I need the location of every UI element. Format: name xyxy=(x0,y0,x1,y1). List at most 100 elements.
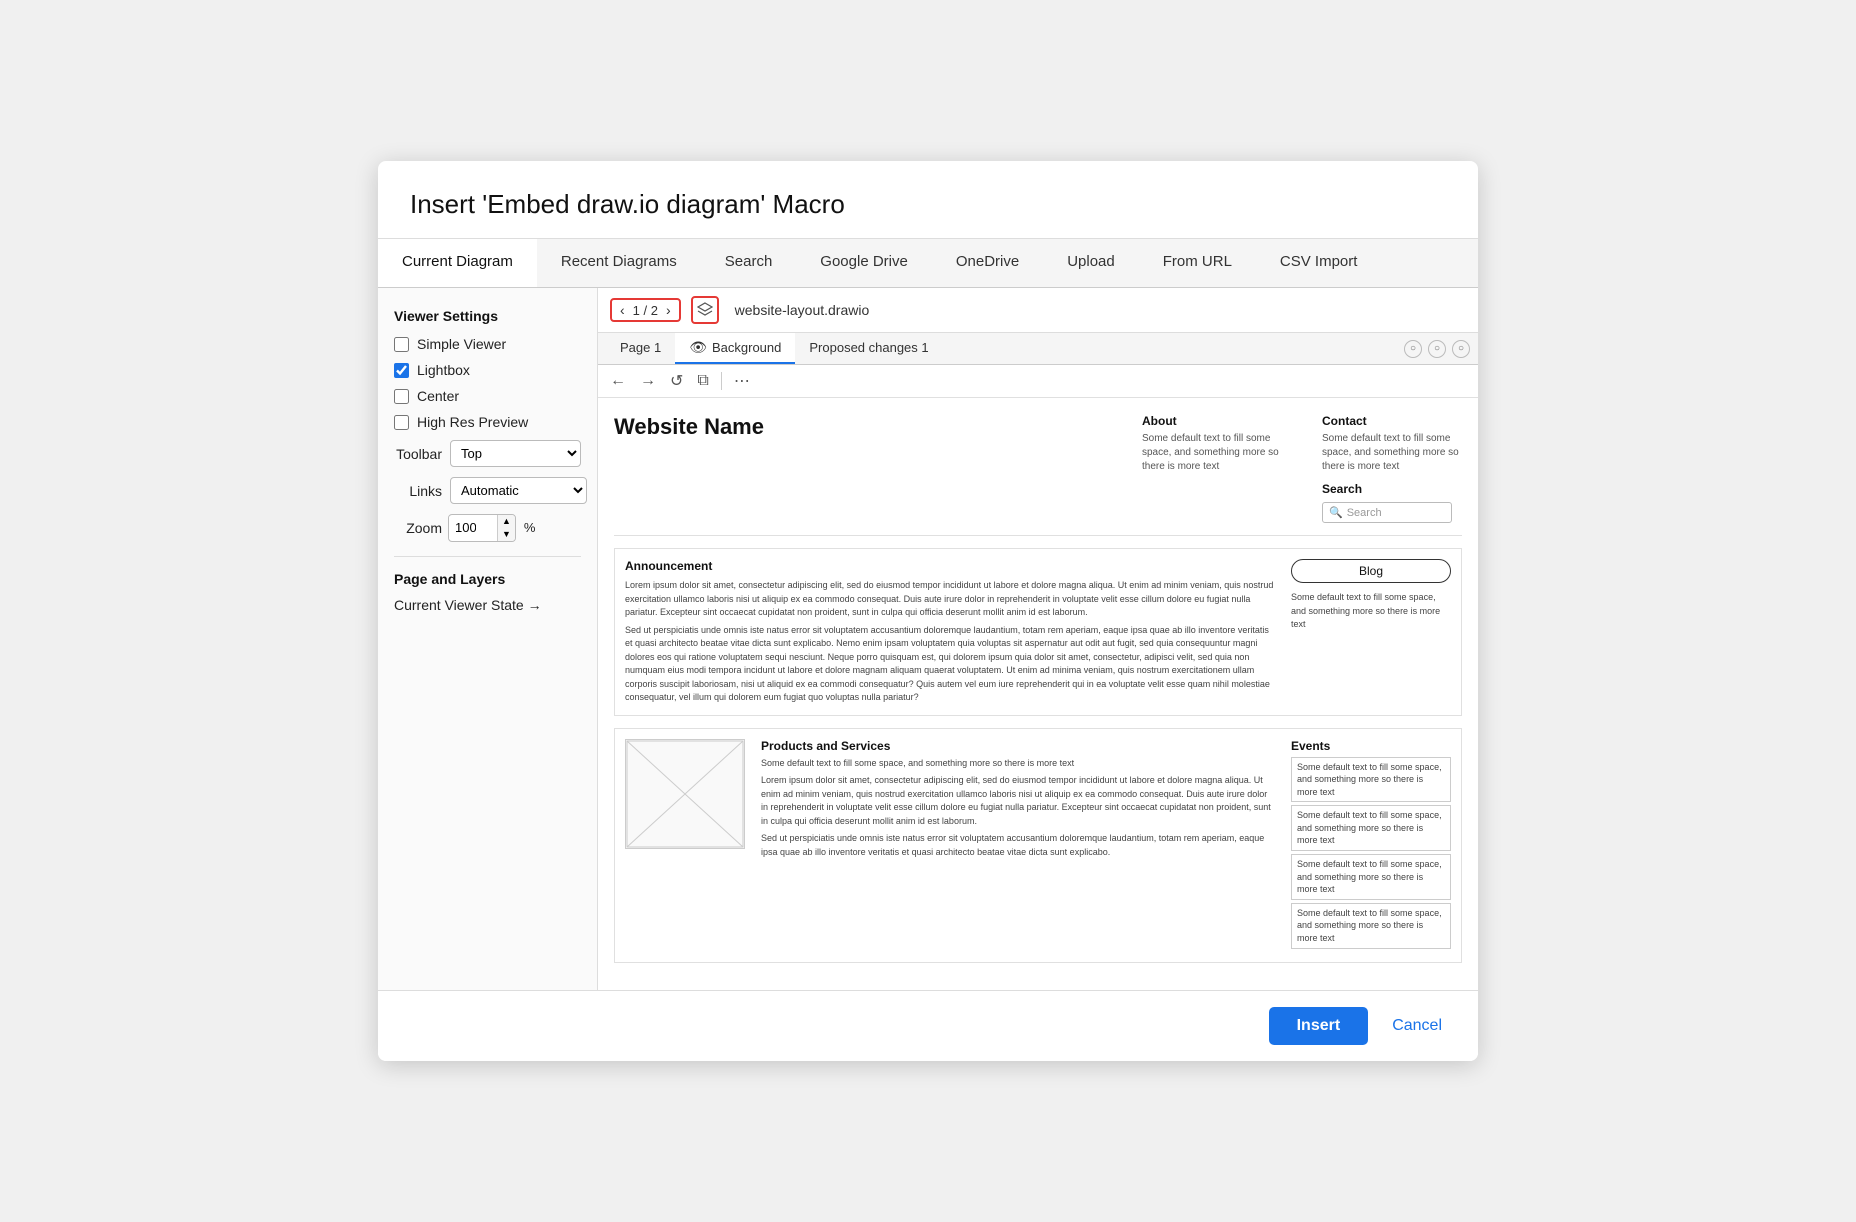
dialog-title: Insert 'Embed draw.io diagram' Macro xyxy=(378,161,1478,239)
product-image-placeholder xyxy=(625,739,745,849)
page-next-button[interactable]: › xyxy=(664,302,673,318)
products-text2: Lorem ipsum dolor sit amet, consectetur … xyxy=(761,774,1275,828)
dialog: Insert 'Embed draw.io diagram' Macro Cur… xyxy=(378,161,1478,1061)
contact-title: Contact xyxy=(1322,414,1462,428)
diagram-tab-proposed[interactable]: Proposed changes 1 xyxy=(795,334,942,363)
events-section: Events Some default text to fill some sp… xyxy=(1291,739,1451,952)
tab-icon-2[interactable]: ○ xyxy=(1428,340,1446,358)
zoom-row: Zoom ▲ ▼ % xyxy=(394,514,581,542)
tab-csv-import[interactable]: CSV Import xyxy=(1256,239,1382,287)
sidebar-divider xyxy=(394,556,581,557)
reset-button[interactable]: ↺ xyxy=(666,369,687,393)
site-name: Website Name xyxy=(614,414,764,440)
zoom-unit: % xyxy=(524,520,536,535)
about-title: About xyxy=(1142,414,1282,428)
dialog-footer: Insert Cancel xyxy=(378,990,1478,1061)
about-text: Some default text to fill some space, an… xyxy=(1142,432,1282,474)
page-prev-button[interactable]: ‹ xyxy=(618,302,627,318)
layers-icon xyxy=(697,302,713,318)
diagram-tab-background-label: Background xyxy=(712,340,781,355)
toolbar-row: Toolbar Top Bottom None xyxy=(394,440,581,467)
toolbar-select[interactable]: Top Bottom None xyxy=(450,440,581,467)
page-layers-title: Page and Layers xyxy=(394,571,581,587)
products-text1: Some default text to fill some space, an… xyxy=(761,757,1275,771)
layers-button[interactable] xyxy=(691,296,719,324)
tab-onedrive[interactable]: OneDrive xyxy=(932,239,1043,287)
announcement-right-text: Some default text to fill some space, an… xyxy=(1291,591,1451,632)
wp-announcement: Announcement Lorem ipsum dolor sit amet,… xyxy=(614,548,1462,716)
diagram-tab-page1[interactable]: Page 1 xyxy=(606,334,675,363)
lightbox-option[interactable]: Lightbox xyxy=(394,362,581,378)
diagram-tab-background[interactable]: 👁 Background xyxy=(675,333,795,364)
diagram-toolbar: ‹ 1 / 2 › website-layout.drawio xyxy=(598,288,1478,333)
wp-nav: About Some default text to fill some spa… xyxy=(1142,414,1462,523)
high-res-preview-label: High Res Preview xyxy=(417,414,528,430)
center-checkbox[interactable] xyxy=(394,389,409,404)
center-option[interactable]: Center xyxy=(394,388,581,404)
zoom-down-button[interactable]: ▼ xyxy=(498,528,515,541)
blog-button[interactable]: Blog xyxy=(1291,559,1451,583)
tab-icon-3[interactable]: ○ xyxy=(1452,340,1470,358)
back-button[interactable]: ← xyxy=(606,370,630,392)
preview-area[interactable]: Website Name About Some default text to … xyxy=(598,398,1478,990)
diagram-tab-icons: ○ ○ ○ xyxy=(1404,340,1470,358)
contact-text: Some default text to fill some space, an… xyxy=(1322,432,1462,474)
website-preview: Website Name About Some default text to … xyxy=(598,398,1478,979)
announcement-title: Announcement xyxy=(625,559,1275,573)
high-res-preview-checkbox[interactable] xyxy=(394,415,409,430)
about-nav: About Some default text to fill some spa… xyxy=(1142,414,1282,523)
tab-icon-1[interactable]: ○ xyxy=(1404,340,1422,358)
products-mid: Products and Services Some default text … xyxy=(761,739,1275,952)
events-title: Events xyxy=(1291,739,1451,753)
event-item-2: Some default text to fill some space, an… xyxy=(1291,805,1451,851)
main-content: ‹ 1 / 2 › website-layout.drawio Page 1 xyxy=(598,288,1478,990)
simple-viewer-checkbox[interactable] xyxy=(394,337,409,352)
products-text3: Sed ut perspiciatis unde omnis iste natu… xyxy=(761,832,1275,859)
zoom-input[interactable] xyxy=(449,516,497,539)
wp-search-box[interactable]: 🔍 Search xyxy=(1322,502,1452,523)
zoom-up-button[interactable]: ▲ xyxy=(498,515,515,528)
lightbox-checkbox[interactable] xyxy=(394,363,409,378)
tab-search[interactable]: Search xyxy=(701,239,797,287)
toolbar-separator xyxy=(721,372,722,390)
links-select[interactable]: Automatic Open in new tab Open in same t… xyxy=(450,477,587,504)
tab-recent-diagrams[interactable]: Recent Diagrams xyxy=(537,239,701,287)
eye-icon: 👁 xyxy=(689,339,707,356)
placeholder-x-icon xyxy=(626,740,744,848)
products-title: Products and Services xyxy=(761,739,1275,753)
high-res-preview-option[interactable]: High Res Preview xyxy=(394,414,581,430)
tabs-bar: Current Diagram Recent Diagrams Search G… xyxy=(378,239,1478,288)
links-row: Links Automatic Open in new tab Open in … xyxy=(394,477,581,504)
event-item-3: Some default text to fill some space, an… xyxy=(1291,854,1451,900)
viewer-settings-title: Viewer Settings xyxy=(394,308,581,324)
search-placeholder: Search xyxy=(1347,507,1382,519)
tab-current-diagram[interactable]: Current Diagram xyxy=(378,239,537,287)
tab-from-url[interactable]: From URL xyxy=(1139,239,1256,287)
zoom-input-wrap: ▲ ▼ xyxy=(448,514,516,542)
current-viewer-state[interactable]: Current Viewer State → xyxy=(394,597,581,613)
tab-upload[interactable]: Upload xyxy=(1043,239,1139,287)
page-info: 1 / 2 xyxy=(629,303,662,318)
forward-button[interactable]: → xyxy=(636,370,660,392)
search-icon: 🔍 xyxy=(1329,506,1343,519)
cancel-button[interactable]: Cancel xyxy=(1380,1007,1454,1045)
simple-viewer-label: Simple Viewer xyxy=(417,336,506,352)
insert-button[interactable]: Insert xyxy=(1269,1007,1369,1045)
center-label: Center xyxy=(417,388,459,404)
wp-header: Website Name About Some default text to … xyxy=(614,414,1462,536)
dialog-body: Viewer Settings Simple Viewer Lightbox C… xyxy=(378,288,1478,990)
lightbox-label: Lightbox xyxy=(417,362,470,378)
simple-viewer-option[interactable]: Simple Viewer xyxy=(394,336,581,352)
edit-toolbar: ← → ↺ ⧉ ⋯ xyxy=(598,365,1478,398)
search-nav-title: Search xyxy=(1322,482,1462,496)
wp-products-section: Products and Services Some default text … xyxy=(614,728,1462,963)
diagram-tab-page1-label: Page 1 xyxy=(620,340,661,355)
copy-button[interactable]: ⧉ xyxy=(693,370,712,392)
tab-google-drive[interactable]: Google Drive xyxy=(796,239,932,287)
diagram-tabs-bar: Page 1 👁 Background Proposed changes 1 ○… xyxy=(598,333,1478,365)
contact-nav: Contact Some default text to fill some s… xyxy=(1322,414,1462,523)
announcement-body1: Lorem ipsum dolor sit amet, consectetur … xyxy=(625,579,1275,620)
links-label: Links xyxy=(394,483,442,499)
more-button[interactable]: ⋯ xyxy=(730,369,754,393)
toolbar-label: Toolbar xyxy=(394,446,442,462)
